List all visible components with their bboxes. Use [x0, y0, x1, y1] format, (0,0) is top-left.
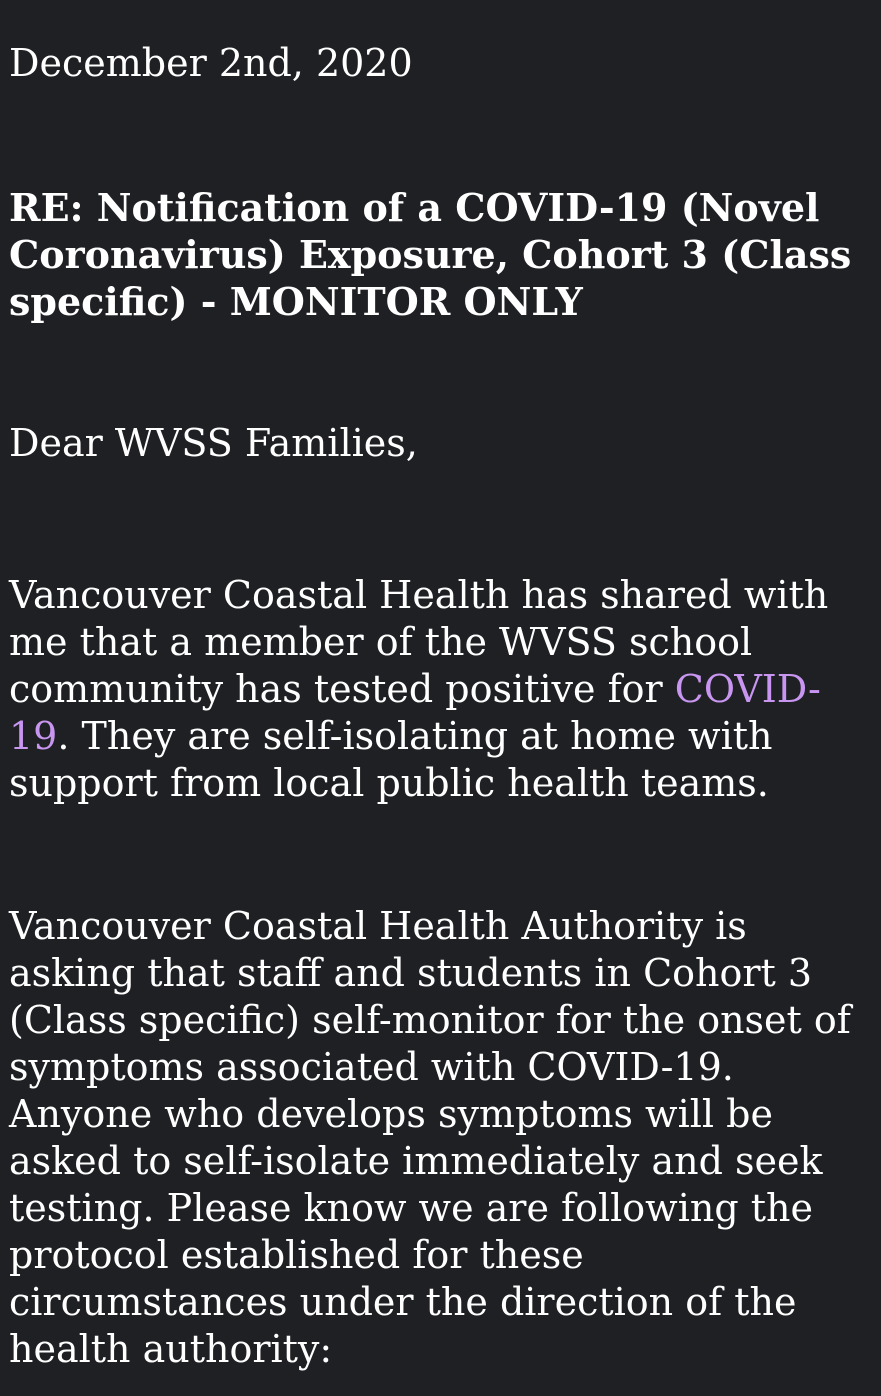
paragraph-line: community has tested positive for COVID- — [9, 666, 873, 713]
email-greeting: Dear WVSS Families, — [9, 421, 418, 465]
email-paragraph-1: Vancouver Coastal Health has shared with… — [9, 572, 873, 807]
paragraph-line: circumstances under the direction of the — [9, 1280, 797, 1324]
email-date: December 2nd, 2020 — [9, 41, 413, 85]
subject-line: Coronavirus) Exposure, Cohort 3 (Class — [9, 232, 852, 277]
paragraph-text: . They are self-isolating at home with — [57, 714, 773, 758]
paragraph-line: Vancouver Coastal Health Authority is — [9, 904, 747, 948]
paragraph-line: Vancouver Coastal Health has shared with — [9, 573, 829, 617]
covid-19-link-part2[interactable]: 19 — [9, 714, 57, 758]
paragraph-line: health authority: — [9, 1327, 333, 1371]
paragraph-line: Anyone who develops symptoms will be — [9, 1092, 773, 1136]
subject-line: RE: Notification of a COVID-19 (Novel — [9, 185, 820, 230]
paragraph-line: symptoms associated with COVID-19. — [9, 1045, 734, 1089]
paragraph-line: testing. Please know we are following th… — [9, 1186, 813, 1230]
paragraph-text: community has tested positive for — [9, 667, 675, 711]
paragraph-line: protocol established for these — [9, 1233, 584, 1277]
email-paragraph-2: Vancouver Coastal Health Authority is as… — [9, 903, 873, 1373]
paragraph-line: (Class specific) self-monitor for the on… — [9, 998, 851, 1042]
paragraph-line: asked to self-isolate immediately and se… — [9, 1139, 823, 1183]
paragraph-line: me that a member of the WVSS school — [9, 620, 753, 664]
subject-line: specific) - MONITOR ONLY — [9, 279, 583, 324]
paragraph-line: 19. They are self-isolating at home with — [9, 713, 873, 760]
paragraph-line: support from local public health teams. — [9, 761, 769, 805]
covid-19-link-part1[interactable]: COVID- — [675, 667, 821, 711]
email-subject: RE: Notification of a COVID-19 (Novel Co… — [9, 184, 873, 325]
paragraph-line: asking that staff and students in Cohort… — [9, 951, 813, 995]
